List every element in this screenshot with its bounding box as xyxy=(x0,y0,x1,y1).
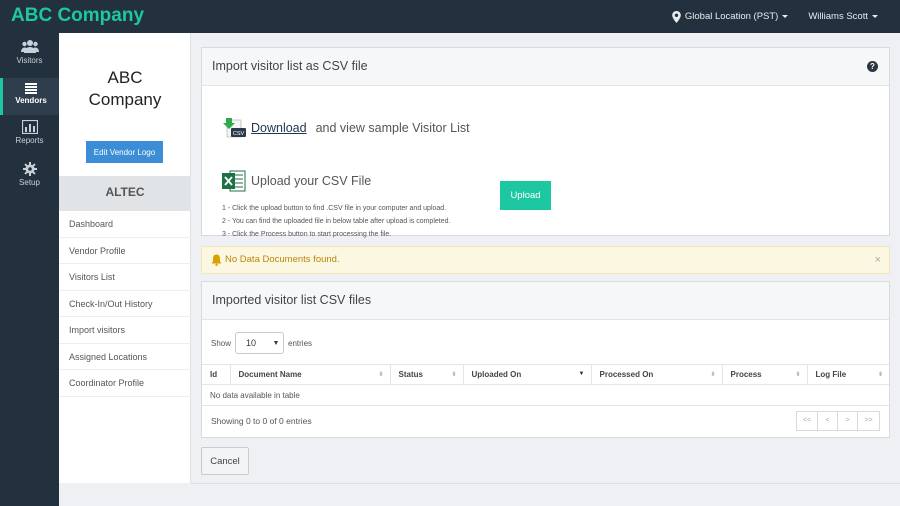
column-document-name[interactable]: Document Name ⬍ xyxy=(230,364,391,385)
menu-item-import-visitors[interactable]: Import visitors xyxy=(59,317,191,344)
step-2: 2 - You can find the uploaded file in be… xyxy=(222,218,451,225)
column-label: Id xyxy=(210,370,218,379)
column-process[interactable]: Process ⬍ xyxy=(722,364,808,385)
column-status[interactable]: Status ⬍ xyxy=(390,364,464,385)
column-uploaded-on[interactable]: Uploaded On ▼ xyxy=(463,364,592,385)
entries-value: 10 xyxy=(246,338,257,348)
cancel-button[interactable]: Cancel xyxy=(201,447,249,475)
bar-chart-icon xyxy=(21,120,38,134)
list-icon xyxy=(25,83,37,94)
menu-item-check-history[interactable]: Check-In/Out History xyxy=(59,291,191,317)
top-right-controls: Global Location (PST) Williams Scott xyxy=(671,0,900,33)
step-1: 1 - Click the upload button to find .CSV… xyxy=(222,205,447,212)
left-nav: Visitors Vendors Reports Setup xyxy=(0,33,59,506)
location-label: Global Location (PST) xyxy=(684,11,779,22)
company-logo-text: ABC Company xyxy=(59,67,191,111)
csv-badge: CSV xyxy=(233,131,245,137)
chevron-down-icon xyxy=(782,15,789,18)
files-panel: Imported visitor list CSV files Show 10 … xyxy=(201,281,890,438)
menu-item-coordinator-profile[interactable]: Coordinator Profile xyxy=(59,370,191,397)
sort-icon: ⬍ xyxy=(795,372,801,378)
step-3: 3 - Click the Process button to start pr… xyxy=(222,231,392,238)
menu-item-assigned-locations[interactable]: Assigned Locations xyxy=(59,344,191,370)
download-description: and view sample Visitor List xyxy=(315,121,470,135)
sort-icon: ⬍ xyxy=(451,372,457,378)
previous-page-button[interactable]: < xyxy=(818,411,838,431)
user-name: Williams Scott xyxy=(808,11,868,22)
table-header-row: Id Document Name ⬍ Status ⬍ Uploaded On ▼ P… xyxy=(202,364,889,385)
empty-table-message: No data available in table xyxy=(202,384,889,406)
help-icon[interactable]: ? xyxy=(867,61,878,72)
nav-label: Vendors xyxy=(15,96,47,105)
sort-desc-icon: ▼ xyxy=(578,371,585,377)
import-panel: Import visitor list as CSV file ? CSV Do… xyxy=(201,47,890,238)
no-data-alert: No Data Documents found. × xyxy=(201,246,890,274)
nav-setup[interactable]: Setup xyxy=(0,162,59,199)
next-page-button[interactable]: > xyxy=(838,411,858,431)
files-panel-header: Imported visitor list CSV files xyxy=(202,282,889,320)
nav-label: Reports xyxy=(15,136,44,145)
nav-label: Setup xyxy=(19,178,40,187)
files-table: Id Document Name ⬍ Status ⬍ Uploaded On ▼ P… xyxy=(202,364,889,406)
nav-vendors[interactable]: Vendors xyxy=(0,78,59,115)
column-id[interactable]: Id xyxy=(202,364,231,385)
brand-title[interactable]: ABC Company xyxy=(11,5,144,27)
upload-row: Upload your CSV File xyxy=(222,170,371,192)
column-label: Document Name xyxy=(238,370,302,379)
last-page-button[interactable]: >> xyxy=(858,411,880,431)
download-row: CSV Download and view sample Visitor Lis… xyxy=(221,118,470,138)
excel-icon xyxy=(222,170,246,192)
upload-title: Upload your CSV File xyxy=(251,174,372,188)
nav-label: Visitors xyxy=(16,56,43,65)
sort-icon: ⬍ xyxy=(710,372,716,378)
files-panel-title: Imported visitor list CSV files xyxy=(212,293,372,307)
vendor-sidebar: ABC Company Edit Vendor Logo ALTEC Dashb… xyxy=(59,33,191,483)
column-label: Uploaded On xyxy=(471,370,522,379)
import-panel-header: Import visitor list as CSV file ? xyxy=(202,48,889,86)
close-icon[interactable]: × xyxy=(875,247,881,273)
company-line-2: Company xyxy=(88,90,162,109)
menu-item-visitors-list[interactable]: Visitors List xyxy=(59,264,191,291)
pagination: << < > >> xyxy=(796,411,880,431)
nav-reports[interactable]: Reports xyxy=(0,120,59,157)
table-info: Showing 0 to 0 of 0 entries xyxy=(211,416,312,426)
column-label: Status xyxy=(398,370,423,379)
entries-select[interactable]: 10 xyxy=(235,332,285,354)
upload-button[interactable]: Upload xyxy=(500,181,551,210)
company-line-1: ABC xyxy=(107,68,143,87)
user-menu[interactable]: Williams Scott xyxy=(808,11,878,22)
menu-item-vendor-profile[interactable]: Vendor Profile xyxy=(59,238,191,264)
vendor-menu: Dashboard Vendor Profile Visitors List C… xyxy=(59,211,191,397)
chevron-down-icon xyxy=(872,15,878,18)
sort-icon: ⬍ xyxy=(877,372,883,378)
entries-label: entries xyxy=(288,338,313,348)
column-label: Log File xyxy=(815,370,847,379)
chevron-down-icon xyxy=(274,341,279,345)
top-bar: ABC Company Global Location (PST) Willia… xyxy=(0,0,900,33)
first-page-button[interactable]: << xyxy=(796,411,818,431)
location-selector[interactable]: Global Location (PST) xyxy=(671,10,789,23)
column-processed-on[interactable]: Processed On ⬍ xyxy=(591,364,723,385)
gear-icon xyxy=(22,162,37,176)
menu-item-dashboard[interactable]: Dashboard xyxy=(59,211,191,238)
sort-icon: ⬍ xyxy=(378,372,384,378)
map-pin-icon xyxy=(672,10,681,23)
upload-steps: 1 - Click the upload button to find .CSV… xyxy=(222,202,450,241)
column-label: Process xyxy=(730,370,762,379)
table-row: No data available in table xyxy=(202,384,889,406)
download-link[interactable]: Download xyxy=(251,121,307,135)
csv-download-icon: CSV xyxy=(223,118,246,138)
show-label: Show xyxy=(211,338,232,348)
entries-length-control: Show 10 entries xyxy=(211,332,312,354)
alert-text: No Data Documents found. xyxy=(225,254,340,265)
column-log-file[interactable]: Log File ⬍ xyxy=(807,364,889,385)
import-panel-title: Import visitor list as CSV file xyxy=(212,59,368,73)
vendor-name: ALTEC xyxy=(59,176,191,211)
footer-divider xyxy=(191,483,900,484)
edit-vendor-logo-button[interactable]: Edit Vendor Logo xyxy=(86,141,163,163)
nav-visitors[interactable]: Visitors xyxy=(0,39,59,76)
column-label: Processed On xyxy=(599,370,654,379)
users-icon xyxy=(20,40,39,53)
bell-icon xyxy=(211,254,222,266)
